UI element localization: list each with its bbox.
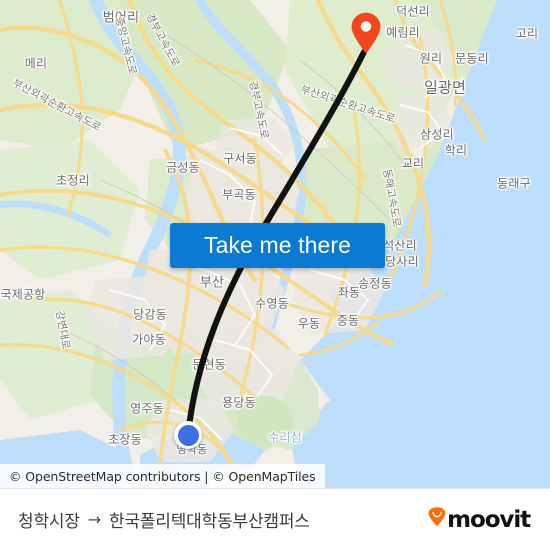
- trip-origin: 청학시장: [18, 512, 80, 532]
- trip-destination: 한국폴리텍대학동부산캠퍼스: [108, 512, 310, 532]
- map-viewport[interactable]: 범어리 덕선리 예림리 고리 메리 원리 문동리 일광면 삼성리 학리 교리 금…: [0, 0, 550, 488]
- moovit-logo[interactable]: moovit: [428, 506, 531, 533]
- moovit-trip-map-card: 범어리 덕선리 예림리 고리 메리 원리 문동리 일광면 삼성리 학리 교리 금…: [0, 0, 550, 550]
- map-attribution[interactable]: © OpenStreetMap contributors | © OpenMap…: [0, 464, 325, 488]
- take-me-there-button[interactable]: Take me there: [170, 223, 385, 268]
- moovit-pin-icon: [428, 507, 446, 532]
- start-point-dot: [177, 424, 199, 446]
- start-point-marker[interactable]: [174, 421, 202, 449]
- arrow-right-icon: →: [87, 510, 101, 529]
- moovit-wordmark: moovit: [447, 506, 531, 533]
- destination-pin-marker[interactable]: [350, 12, 382, 54]
- trip-footer: 청학시장 → 한국폴리텍대학동부산캠퍼스 moovit: [0, 488, 550, 550]
- trip-summary: 청학시장 → 한국폴리텍대학동부산캠퍼스: [18, 507, 310, 532]
